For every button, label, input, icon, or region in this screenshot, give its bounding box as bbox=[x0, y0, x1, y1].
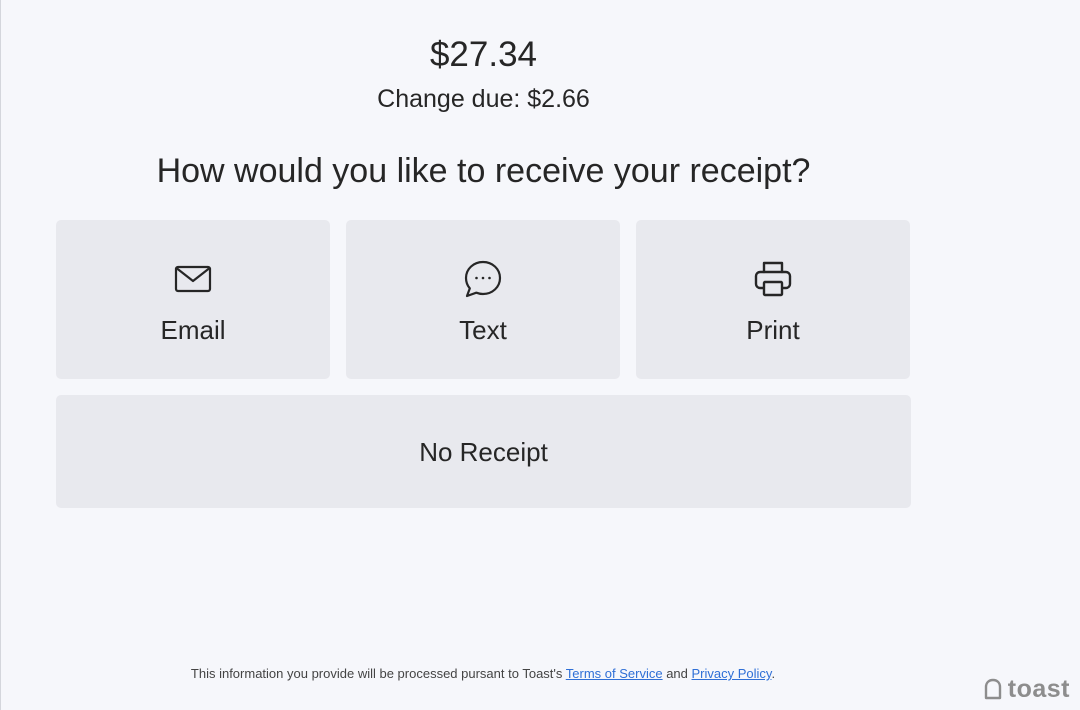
text-receipt-button[interactable]: Text bbox=[346, 220, 620, 379]
text-label: Text bbox=[459, 315, 507, 345]
no-receipt-button[interactable]: No Receipt bbox=[56, 395, 911, 508]
toast-logo-icon bbox=[981, 677, 1005, 701]
notice-text: This information you provide will be pro… bbox=[190, 666, 566, 681]
notice-end-text: . bbox=[771, 666, 776, 681]
email-label: Email bbox=[160, 315, 226, 345]
payment-total: $27.34 bbox=[429, 35, 538, 74]
terms-of-service-link[interactable]: Terms of Service bbox=[566, 666, 663, 681]
change-due: Change due: $2.66 bbox=[377, 85, 590, 113]
chat-bubble-icon bbox=[463, 259, 503, 299]
notice-and-text: and bbox=[662, 666, 692, 681]
receipt-prompt: How would you like to receive your recei… bbox=[156, 152, 811, 190]
print-receipt-button[interactable]: Print bbox=[636, 220, 910, 379]
email-receipt-button[interactable]: Email bbox=[56, 220, 330, 379]
privacy-policy-link[interactable]: Privacy Policy bbox=[692, 666, 772, 681]
envelope-icon bbox=[173, 259, 213, 299]
print-label: Print bbox=[746, 315, 800, 345]
toast-logo: toast bbox=[981, 675, 1070, 703]
logo-text: toast bbox=[1007, 675, 1070, 703]
printer-icon bbox=[753, 259, 793, 299]
privacy-notice: This information you provide will be pro… bbox=[1, 665, 965, 683]
no-receipt-label: No Receipt bbox=[419, 437, 548, 467]
